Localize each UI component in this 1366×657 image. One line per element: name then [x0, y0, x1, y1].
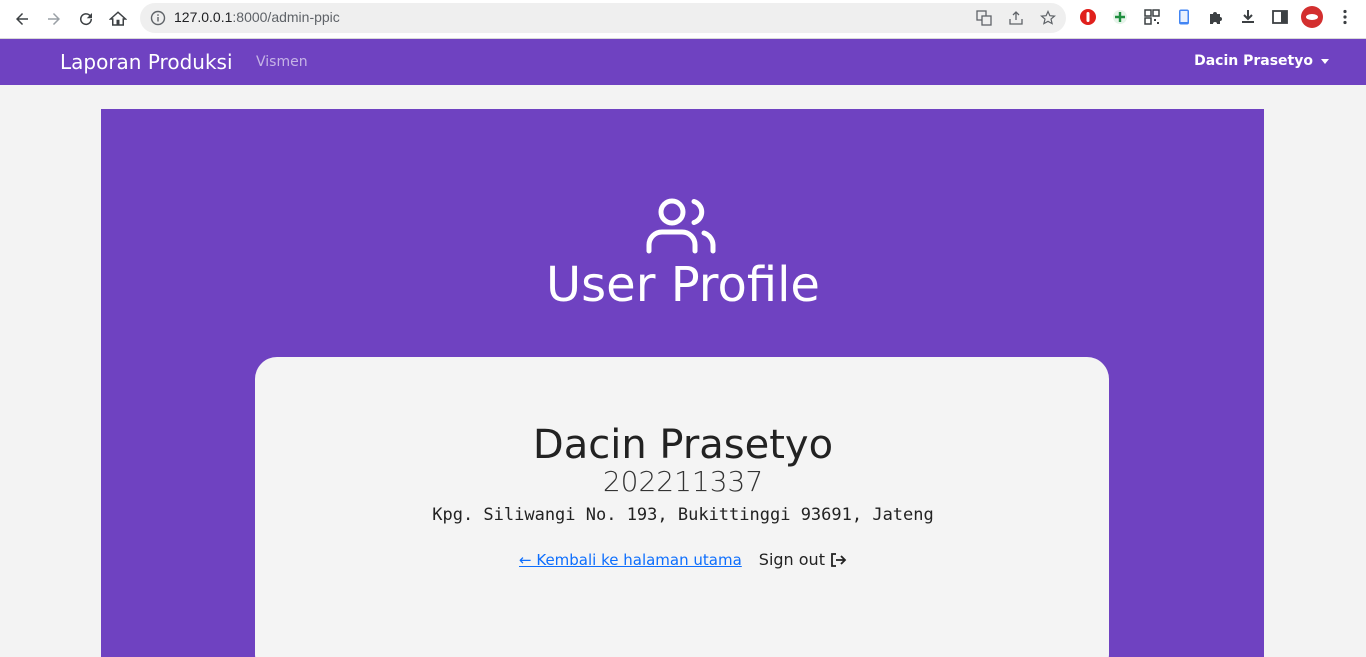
puzzle-icon[interactable] — [1207, 8, 1225, 26]
app-navbar: Laporan Produksi Vismen Dacin Prasetyo — [0, 39, 1366, 85]
nav-link-vismen[interactable]: Vismen — [256, 54, 308, 70]
browser-toolbar: 127.0.0.1:8000/admin-ppic — [0, 0, 1366, 39]
url-text[interactable]: 127.0.0.1:8000/admin-ppic — [174, 9, 340, 25]
download-icon[interactable] — [1239, 8, 1257, 26]
sign-out-button[interactable]: Sign out — [759, 550, 847, 569]
share-icon[interactable] — [1008, 10, 1024, 26]
profile-avatar-icon[interactable] — [1300, 5, 1324, 29]
user-dropdown[interactable]: Dacin Prasetyo — [1194, 53, 1329, 69]
side-panel-icon[interactable] — [1271, 8, 1289, 26]
profile-id: 202211337 — [602, 465, 764, 498]
back-arrow-icon[interactable] — [10, 7, 34, 31]
profile-address: Kpg. Siliwangi No. 193, Bukittinggi 9369… — [432, 505, 934, 525]
profile-actions: ← Kembali ke halaman utama Sign out — [0, 550, 1366, 569]
adblock-icon[interactable] — [1079, 8, 1097, 26]
sign-out-icon — [831, 552, 847, 567]
address-bar[interactable]: 127.0.0.1:8000/admin-ppic — [140, 3, 1066, 33]
qr-code-icon[interactable] — [1143, 8, 1161, 26]
sign-out-label: Sign out — [758, 550, 825, 569]
forward-arrow-icon[interactable] — [42, 7, 66, 31]
navbar-brand[interactable]: Laporan Produksi — [60, 50, 233, 74]
reload-icon[interactable] — [74, 7, 98, 31]
plus-extension-icon[interactable] — [1111, 8, 1129, 26]
phone-extension-icon[interactable] — [1175, 8, 1193, 26]
page-title: User Profile — [546, 257, 820, 313]
star-icon[interactable] — [1040, 10, 1056, 26]
user-dropdown-label: Dacin Prasetyo — [1194, 53, 1313, 69]
info-icon[interactable] — [150, 10, 166, 26]
translate-icon[interactable] — [976, 10, 992, 26]
more-menu-icon[interactable] — [1336, 8, 1354, 26]
home-icon[interactable] — [106, 7, 130, 31]
profile-name: Dacin Prasetyo — [532, 422, 834, 468]
caret-down-icon — [1321, 58, 1329, 64]
users-icon — [646, 198, 716, 254]
back-to-home-link[interactable]: ← Kembali ke halaman utama — [519, 551, 742, 569]
